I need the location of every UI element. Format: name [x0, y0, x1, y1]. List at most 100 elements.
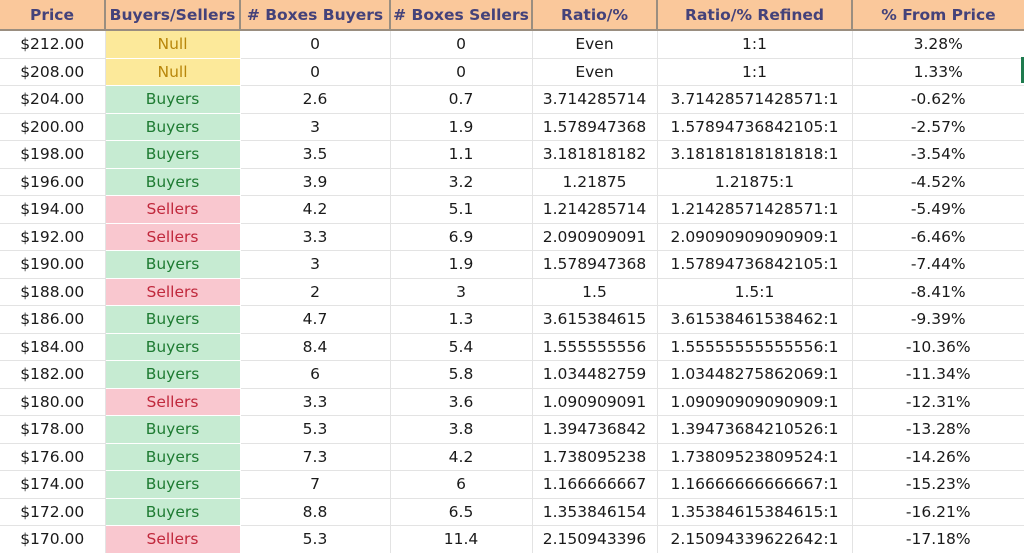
cell-price[interactable]: $184.00	[0, 333, 106, 361]
cell-pct-from-price[interactable]: -13.28%	[852, 415, 1024, 444]
cell-ratio-refined[interactable]: 1.73809523809524:1	[657, 443, 853, 471]
column-header-pct-from-price[interactable]: % From Price	[852, 0, 1024, 31]
column-header-ratio[interactable]: Ratio/%	[532, 0, 658, 31]
cell-price[interactable]: $196.00	[0, 168, 106, 196]
cell-ratio[interactable]: 1.090909091	[532, 388, 658, 416]
cell-ratio[interactable]: 1.578947368	[532, 250, 658, 279]
table-row[interactable]: $170.00 Sellers 5.3 11.4 2.150943396 2.150943…	[0, 525, 1024, 553]
cell-boxes-sellers[interactable]: 11.4	[390, 525, 533, 553]
cell-ratio-refined[interactable]: 2.09090909090909:1	[657, 223, 853, 251]
cell-pct-from-price[interactable]: -3.54%	[852, 140, 1024, 169]
cell-buyers-sellers[interactable]: Buyers	[105, 470, 240, 498]
column-header-boxes-buyers[interactable]: # Boxes Buyers	[240, 0, 391, 31]
cell-boxes-buyers[interactable]: 3.5	[240, 140, 391, 169]
cell-boxes-buyers[interactable]: 8.8	[240, 498, 391, 526]
cell-ratio-refined[interactable]: 1:1	[657, 30, 853, 59]
table-row[interactable]: $204.00 Buyers 2.6 0.7 3.714285714 3.71428571…	[0, 85, 1024, 114]
cell-boxes-sellers[interactable]: 3.2	[390, 168, 533, 196]
cell-pct-from-price[interactable]: -11.34%	[852, 360, 1024, 389]
table-row[interactable]: $178.00 Buyers 5.3 3.8 1.394736842 1.39473684…	[0, 415, 1024, 444]
cell-price[interactable]: $204.00	[0, 85, 106, 114]
table-row[interactable]: $212.00 Null 0 0 Even 1:1 3.28%	[0, 30, 1024, 59]
cell-pct-from-price[interactable]: -10.36%	[852, 333, 1024, 361]
cell-boxes-buyers[interactable]: 3.9	[240, 168, 391, 196]
cell-buyers-sellers[interactable]: Buyers	[105, 415, 240, 443]
cell-ratio[interactable]: 2.090909091	[532, 223, 658, 251]
table-row[interactable]: $198.00 Buyers 3.5 1.1 3.181818182 3.18181818…	[0, 140, 1024, 169]
cell-boxes-sellers[interactable]: 5.8	[390, 360, 533, 389]
cell-boxes-sellers[interactable]: 3.6	[390, 388, 533, 416]
cell-buyers-sellers[interactable]: Buyers	[105, 305, 240, 333]
cell-boxes-sellers[interactable]: 6.9	[390, 223, 533, 251]
cell-boxes-buyers[interactable]: 0	[240, 58, 391, 86]
cell-boxes-sellers[interactable]: 1.3	[390, 305, 533, 334]
cell-boxes-sellers[interactable]: 3	[390, 278, 533, 306]
cell-ratio-refined[interactable]: 1.35384615384615:1	[657, 498, 853, 526]
table-row[interactable]: $208.00 Null 0 0 Even 1:1 1.33%	[0, 58, 1024, 86]
cell-price[interactable]: $198.00	[0, 140, 106, 169]
cell-boxes-buyers[interactable]: 4.7	[240, 305, 391, 334]
cell-ratio[interactable]: 2.150943396	[532, 525, 658, 553]
cell-pct-from-price[interactable]: -15.23%	[852, 470, 1024, 499]
cell-ratio-refined[interactable]: 1.57894736842105:1	[657, 250, 853, 279]
cell-boxes-sellers[interactable]: 5.4	[390, 333, 533, 361]
cell-price[interactable]: $190.00	[0, 250, 106, 279]
cell-ratio[interactable]: Even	[532, 30, 658, 59]
cell-buyers-sellers[interactable]: Sellers	[105, 388, 240, 416]
cell-pct-from-price[interactable]: -8.41%	[852, 278, 1024, 306]
cell-boxes-sellers[interactable]: 1.9	[390, 113, 533, 141]
cell-price[interactable]: $200.00	[0, 113, 106, 141]
cell-ratio-refined[interactable]: 1.21428571428571:1	[657, 195, 853, 224]
cell-boxes-sellers[interactable]: 6	[390, 470, 533, 499]
cell-boxes-buyers[interactable]: 0	[240, 30, 391, 59]
cell-boxes-buyers[interactable]: 2	[240, 278, 391, 306]
cell-ratio[interactable]: 1.578947368	[532, 113, 658, 141]
cell-ratio-refined[interactable]: 2.15094339622642:1	[657, 525, 853, 553]
cell-buyers-sellers[interactable]: Null	[105, 30, 240, 58]
cell-pct-from-price[interactable]: -17.18%	[852, 525, 1024, 553]
cell-boxes-buyers[interactable]: 8.4	[240, 333, 391, 361]
cell-ratio[interactable]: 1.738095238	[532, 443, 658, 471]
cell-price[interactable]: $192.00	[0, 223, 106, 251]
cell-price[interactable]: $212.00	[0, 30, 106, 59]
cell-boxes-buyers[interactable]: 4.2	[240, 195, 391, 224]
cell-boxes-buyers[interactable]: 7	[240, 470, 391, 499]
cell-buyers-sellers[interactable]: Buyers	[105, 140, 240, 168]
cell-ratio-refined[interactable]: 1.57894736842105:1	[657, 113, 853, 141]
cell-ratio-refined[interactable]: 1.09090909090909:1	[657, 388, 853, 416]
cell-ratio-refined[interactable]: 1.39473684210526:1	[657, 415, 853, 444]
cell-buyers-sellers[interactable]: Buyers	[105, 168, 240, 196]
cell-ratio[interactable]: 1.555555556	[532, 333, 658, 361]
cell-ratio-refined[interactable]: 3.61538461538462:1	[657, 305, 853, 334]
cell-ratio-refined[interactable]: 1.55555555555556:1	[657, 333, 853, 361]
cell-ratio-refined[interactable]: 1.5:1	[657, 278, 853, 306]
table-row[interactable]: $172.00 Buyers 8.8 6.5 1.353846154 1.35384615…	[0, 498, 1024, 526]
cell-ratio-refined[interactable]: 1.21875:1	[657, 168, 853, 196]
cell-price[interactable]: $178.00	[0, 415, 106, 444]
cell-ratio[interactable]: 1.214285714	[532, 195, 658, 224]
cell-boxes-sellers[interactable]: 0.7	[390, 85, 533, 114]
column-header-price[interactable]: Price	[0, 0, 106, 31]
cell-boxes-sellers[interactable]: 5.1	[390, 195, 533, 224]
cell-boxes-buyers[interactable]: 5.3	[240, 415, 391, 444]
cell-boxes-buyers[interactable]: 3	[240, 250, 391, 279]
table-row[interactable]: $184.00 Buyers 8.4 5.4 1.555555556 1.55555555…	[0, 333, 1024, 361]
cell-ratio[interactable]: Even	[532, 58, 658, 86]
cell-ratio-refined[interactable]: 3.18181818181818:1	[657, 140, 853, 169]
table-row[interactable]: $182.00 Buyers 6 5.8 1.034482759 1.0344827586…	[0, 360, 1024, 389]
cell-buyers-sellers[interactable]: Buyers	[105, 333, 240, 361]
cell-boxes-buyers[interactable]: 3.3	[240, 223, 391, 251]
table-row[interactable]: $174.00 Buyers 7 6 1.166666667 1.166666666666…	[0, 470, 1024, 499]
table-row[interactable]: $190.00 Buyers 3 1.9 1.578947368 1.5789473684…	[0, 250, 1024, 279]
cell-boxes-buyers[interactable]: 7.3	[240, 443, 391, 471]
cell-ratio[interactable]: 1.353846154	[532, 498, 658, 526]
cell-boxes-buyers[interactable]: 5.3	[240, 525, 391, 553]
cell-price[interactable]: $174.00	[0, 470, 106, 499]
cell-boxes-sellers[interactable]: 0	[390, 30, 533, 59]
cell-ratio-refined[interactable]: 1:1	[657, 58, 853, 86]
cell-ratio[interactable]: 3.181818182	[532, 140, 658, 169]
cell-ratio[interactable]: 1.394736842	[532, 415, 658, 444]
cell-boxes-sellers[interactable]: 0	[390, 58, 533, 86]
cell-pct-from-price[interactable]: -9.39%	[852, 305, 1024, 334]
cell-price[interactable]: $188.00	[0, 278, 106, 306]
